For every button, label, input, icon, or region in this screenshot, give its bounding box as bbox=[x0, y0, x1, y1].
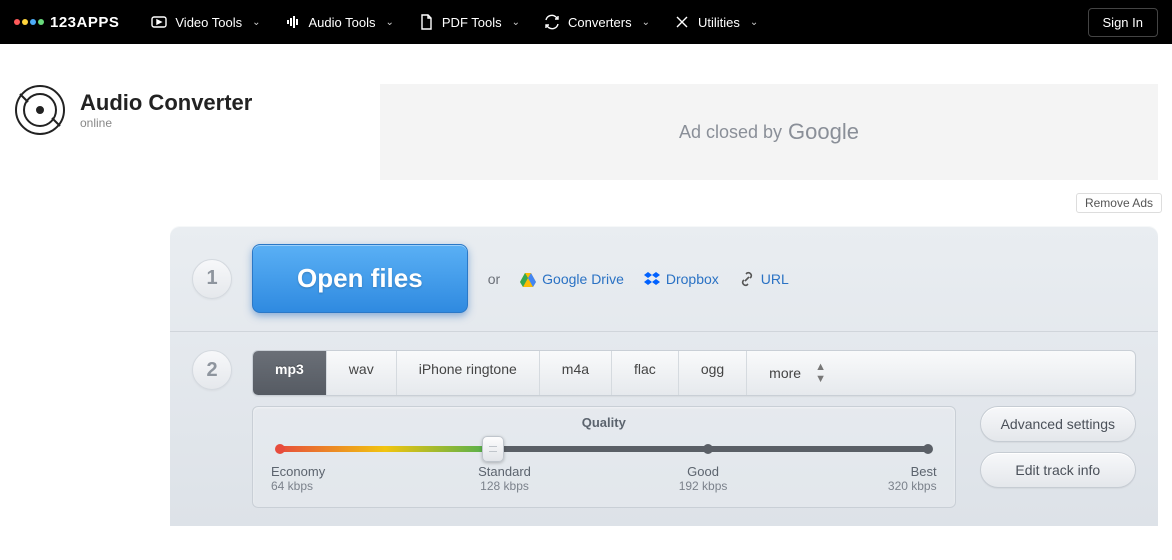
source-url[interactable]: URL bbox=[739, 271, 789, 287]
source-label: Google Drive bbox=[542, 271, 624, 287]
step2-side-buttons: Advanced settings Edit track info bbox=[980, 406, 1136, 488]
ad-text: Ad closed by bbox=[679, 122, 782, 143]
signin-button[interactable]: Sign In bbox=[1088, 8, 1158, 37]
format-tab-ogg[interactable]: ogg bbox=[679, 351, 747, 395]
format-tab-wav[interactable]: wav bbox=[327, 351, 397, 395]
brand-logo[interactable]: 123APPS bbox=[14, 14, 119, 31]
ad-brand: Google bbox=[788, 119, 859, 145]
format-tab-iphone[interactable]: iPhone ringtone bbox=[397, 351, 540, 395]
source-label: Dropbox bbox=[666, 271, 719, 287]
format-tab-m4a[interactable]: m4a bbox=[540, 351, 612, 395]
nav-audio-tools[interactable]: Audio Tools ⌄ bbox=[285, 14, 394, 30]
nav-pdf-tools[interactable]: PDF Tools ⌄ bbox=[418, 14, 520, 30]
convert-icon bbox=[544, 14, 560, 30]
quality-title: Quality bbox=[271, 415, 937, 430]
page-subtitle: online bbox=[80, 116, 252, 130]
nav-label: Utilities bbox=[698, 15, 740, 30]
page-title: Audio Converter bbox=[80, 90, 252, 116]
step-1: 1 Open files or Google Drive Dropbox URL bbox=[170, 226, 1158, 332]
quality-slider[interactable] bbox=[277, 438, 931, 458]
step-2: 2 mp3 wav iPhone ringtone m4a flac ogg m… bbox=[170, 332, 1158, 526]
chevron-down-icon: ⌄ bbox=[642, 17, 650, 28]
step-number: 2 bbox=[192, 350, 232, 390]
remove-ads-link[interactable]: Remove Ads bbox=[1076, 193, 1162, 213]
main-nav: Video Tools ⌄ Audio Tools ⌄ PDF Tools ⌄ … bbox=[151, 14, 1087, 30]
title-row: Audio Converter online Ad closed by Goog… bbox=[0, 44, 1172, 190]
nav-label: Audio Tools bbox=[309, 15, 376, 30]
slider-tick bbox=[703, 444, 713, 454]
chevron-down-icon: ⌄ bbox=[750, 17, 758, 28]
nav-video-tools[interactable]: Video Tools ⌄ bbox=[151, 14, 260, 30]
quality-label-standard: Standard128 kbps bbox=[470, 464, 540, 493]
dropbox-icon bbox=[644, 271, 660, 287]
format-tab-more[interactable]: more ▲▼ bbox=[747, 351, 848, 395]
format-tabbar: mp3 wav iPhone ringtone m4a flac ogg mor… bbox=[252, 350, 1136, 396]
edit-track-info-button[interactable]: Edit track info bbox=[980, 452, 1136, 488]
quality-labels: Economy64 kbps Standard128 kbps Good192 … bbox=[271, 464, 937, 493]
utilities-icon bbox=[674, 14, 690, 30]
link-icon bbox=[739, 271, 755, 287]
app-title: Audio Converter online bbox=[14, 84, 354, 136]
chevron-down-icon: ⌄ bbox=[512, 17, 520, 28]
advanced-settings-button[interactable]: Advanced settings bbox=[980, 406, 1136, 442]
logo-dots-icon bbox=[14, 19, 44, 25]
disc-icon bbox=[14, 84, 66, 136]
quality-panel: Quality Economy64 kbps Standard128 kbps bbox=[252, 406, 956, 508]
nav-converters[interactable]: Converters ⌄ bbox=[544, 14, 650, 30]
video-icon bbox=[151, 14, 167, 30]
nav-label: PDF Tools bbox=[442, 15, 502, 30]
top-header: 123APPS Video Tools ⌄ Audio Tools ⌄ PDF … bbox=[0, 0, 1172, 44]
updown-icon: ▲▼ bbox=[815, 361, 826, 385]
ad-placeholder: Ad closed by Google bbox=[380, 84, 1158, 180]
source-google-drive[interactable]: Google Drive bbox=[520, 271, 624, 287]
quality-label-economy: Economy64 kbps bbox=[271, 464, 341, 493]
audio-icon bbox=[285, 14, 301, 30]
nav-utilities[interactable]: Utilities ⌄ bbox=[674, 14, 758, 30]
nav-label: Video Tools bbox=[175, 15, 242, 30]
google-drive-icon bbox=[520, 271, 536, 287]
slider-tick bbox=[923, 444, 933, 454]
brand-text: 123APPS bbox=[50, 14, 119, 31]
converter-panel: 1 Open files or Google Drive Dropbox URL… bbox=[170, 226, 1158, 526]
quality-label-good: Good192 kbps bbox=[668, 464, 738, 493]
more-label: more bbox=[769, 365, 801, 381]
pdf-icon bbox=[418, 14, 434, 30]
source-dropbox[interactable]: Dropbox bbox=[644, 271, 719, 287]
open-files-button[interactable]: Open files bbox=[252, 244, 468, 313]
format-tab-flac[interactable]: flac bbox=[612, 351, 679, 395]
format-tab-mp3[interactable]: mp3 bbox=[253, 351, 327, 395]
step-number: 1 bbox=[192, 259, 232, 299]
source-label: URL bbox=[761, 271, 789, 287]
chevron-down-icon: ⌄ bbox=[386, 17, 394, 28]
slider-fill bbox=[277, 446, 493, 452]
slider-thumb[interactable] bbox=[482, 436, 504, 462]
chevron-down-icon: ⌄ bbox=[252, 17, 260, 28]
slider-tick bbox=[275, 444, 285, 454]
quality-label-best: Best320 kbps bbox=[867, 464, 937, 493]
or-label: or bbox=[488, 271, 500, 287]
nav-label: Converters bbox=[568, 15, 632, 30]
